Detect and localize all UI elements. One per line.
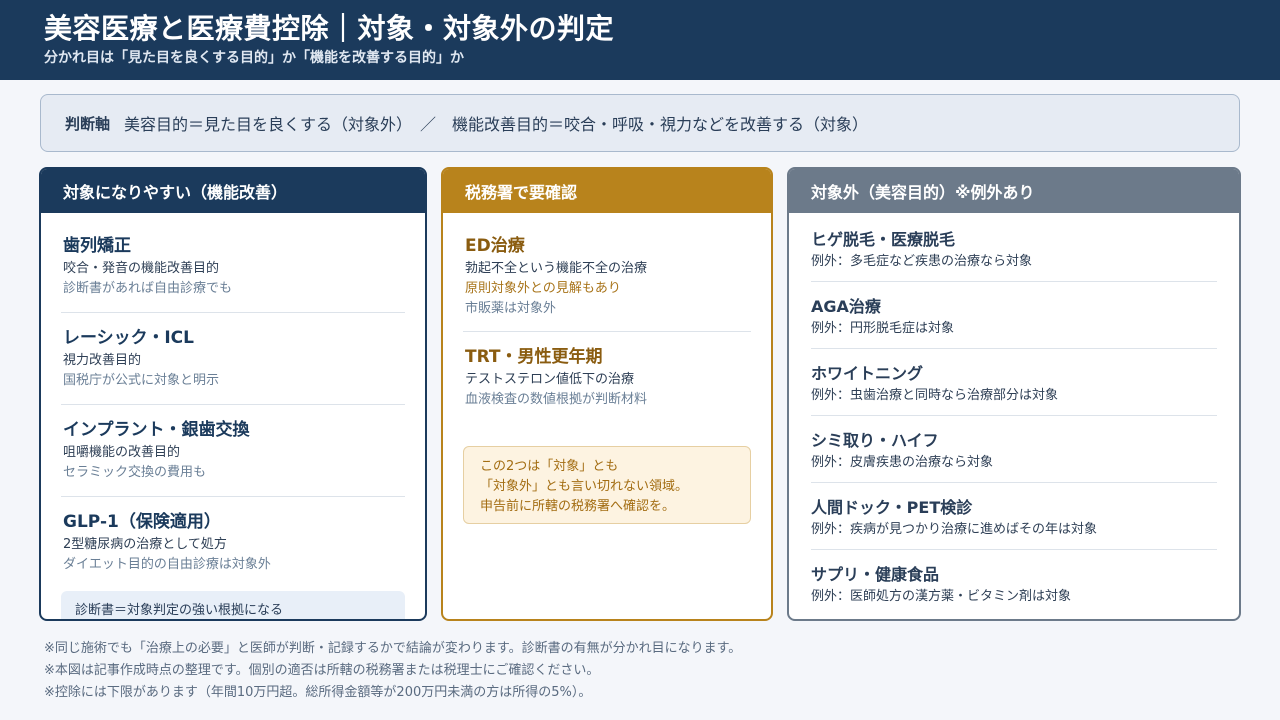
list-item: レーシック・ICL 視力改善目的 国税庁が公式に対象と明示 — [61, 321, 405, 405]
item-detail: 咀嚼機能の改善目的 — [63, 445, 181, 460]
list-item: ホワイトニング 例外：虫歯治療と同時なら治療部分は対象 — [811, 360, 1217, 416]
item-title: AGA治療 — [811, 297, 881, 316]
item-title: サプリ・健康食品 — [811, 565, 940, 584]
footer-note: ※同じ施術でも「治療上の必要」と医師が判断・記録するかで結論が変わります。診断書… — [44, 641, 742, 656]
item-title: レーシック・ICL — [63, 328, 194, 348]
judgment-axis-label: 判断軸 — [65, 114, 111, 133]
list-item: サプリ・健康食品 例外：医師処方の漢方薬・ビタミン剤は対象 — [811, 561, 1217, 616]
item-warning: 原則対象外との見解もあり — [465, 281, 621, 296]
item-title: ED治療 — [465, 236, 525, 256]
item-note: 国税庁が公式に対象と明示 — [63, 373, 220, 388]
list-item: インプラント・銀歯交換 咀嚼機能の改善目的 セラミック交換の費用も — [61, 413, 405, 497]
item-title: ホワイトニング — [811, 364, 924, 383]
list-item: 人間ドック・PET検診 例外：疾病が見つかり治療に進めばその年は対象 — [811, 494, 1217, 550]
item-note: 市販薬は対象外 — [465, 301, 557, 316]
list-item: シミ取り・ハイフ 例外：皮膚疾患の治療なら対象 — [811, 427, 1217, 483]
item-detail: 視力改善目的 — [63, 353, 142, 368]
item-title: 人間ドック・PET検診 — [811, 498, 973, 517]
item-detail: テストステロン値低下の治療 — [465, 372, 635, 387]
item-note: 血液検査の数値根拠が判断材料 — [465, 392, 648, 407]
ineligible-list: ヒゲ脱毛・医療脱毛 例外：多毛症など疾患の治療なら対象 AGA治療 例外：円形脱… — [789, 213, 1239, 616]
diagnosis-note: 診断書＝対象判定の強い根拠になる — [61, 591, 405, 619]
ineligible-card: 対象外（美容目的）※例外あり ヒゲ脱毛・医療脱毛 例外：多毛症など疾患の治療なら… — [787, 167, 1241, 621]
list-item: AGA治療 例外：円形脱毛症は対象 — [811, 293, 1217, 349]
item-title: シミ取り・ハイフ — [811, 431, 939, 450]
page-title: 美容医療と医療費控除｜対象・対象外の判定 — [44, 12, 615, 45]
item-note: セラミック交換の費用も — [63, 465, 207, 480]
item-title: TRT・男性更年期 — [465, 347, 603, 367]
list-item: TRT・男性更年期 テストステロン値低下の治療 血液検査の数値根拠が判断材料 — [463, 340, 751, 422]
confirm-list: ED治療 勃起不全という機能不全の治療 原則対象外との見解もあり 市販薬は対象外… — [443, 213, 771, 422]
judgment-axis-box: 判断軸 美容目的＝見た目を良くする（対象外） ／ 機能改善目的＝咬合・呼吸・視力… — [40, 94, 1240, 152]
item-title: GLP-1（保険適用） — [63, 512, 221, 532]
item-detail: 2型糖尿病の治療として処方 — [63, 537, 227, 552]
list-item: ヒゲ脱毛・医療脱毛 例外：多毛症など疾患の治療なら対象 — [811, 226, 1217, 282]
page-subtitle: 分かれ目は「見た目を良くする目的」か「機能を改善する目的」か — [44, 50, 464, 66]
item-exception: 例外：虫歯治療と同時なら治療部分は対象 — [811, 388, 1059, 403]
item-exception: 例外：円形脱毛症は対象 — [811, 321, 955, 336]
footer-note: ※控除には下限があります（年間10万円超。総所得金額等が200万円未満の方は所得… — [44, 685, 592, 700]
item-note: 診断書があれば自由診療でも — [63, 281, 233, 296]
item-exception: 例外：疾病が見つかり治療に進めばその年は対象 — [811, 522, 1098, 537]
item-exception: 例外：医師処方の漢方薬・ビタミン剤は対象 — [811, 589, 1072, 604]
header: 美容医療と医療費控除｜対象・対象外の判定 分かれ目は「見た目を良くする目的」か「… — [0, 0, 1280, 80]
footer-notes: ※同じ施術でも「治療上の必要」と医師が判断・記録するかで結論が変わります。診断書… — [44, 638, 741, 704]
item-note: ダイエット目的の自由診療は対象外 — [63, 557, 271, 572]
eligible-card: 対象になりやすい（機能改善） 歯列矯正 咬合・発音の機能改善目的 診断書があれば… — [39, 167, 427, 621]
callout-line: 「対象外」とも言い切れない領域。 — [480, 479, 689, 494]
item-exception: 例外：多毛症など疾患の治療なら対象 — [811, 254, 1033, 269]
ineligible-card-heading: 対象外（美容目的）※例外あり — [789, 169, 1239, 213]
list-item: 歯列矯正 咬合・発音の機能改善目的 診断書があれば自由診療でも — [61, 229, 405, 313]
judgment-axis-text: 美容目的＝見た目を良くする（対象外） ／ 機能改善目的＝咬合・呼吸・視力などを改… — [124, 115, 869, 134]
item-exception: 例外：皮膚疾患の治療なら対象 — [811, 455, 994, 470]
eligible-list: 歯列矯正 咬合・発音の機能改善目的 診断書があれば自由診療でも レーシック・IC… — [41, 213, 425, 585]
item-title: 歯列矯正 — [63, 236, 131, 256]
item-title: インプラント・銀歯交換 — [63, 420, 250, 440]
list-item: ED治療 勃起不全という機能不全の治療 原則対象外との見解もあり 市販薬は対象外 — [463, 229, 751, 332]
list-item: GLP-1（保険適用） 2型糖尿病の治療として処方 ダイエット目的の自由診療は対… — [61, 505, 405, 585]
callout-line: 申告前に所轄の税務署へ確認を。 — [480, 499, 676, 514]
confirm-card: 税務署で要確認 ED治療 勃起不全という機能不全の治療 原則対象外との見解もあり… — [441, 167, 773, 621]
confirm-card-heading: 税務署で要確認 — [443, 169, 771, 213]
confirm-callout: この2つは「対象」とも 「対象外」とも言い切れない領域。 申告前に所轄の税務署へ… — [463, 446, 751, 524]
callout-line: この2つは「対象」とも — [480, 459, 619, 474]
item-detail: 咬合・発音の機能改善目的 — [63, 261, 220, 276]
item-detail: 勃起不全という機能不全の治療 — [465, 261, 648, 276]
eligible-card-heading: 対象になりやすい（機能改善） — [41, 169, 425, 213]
footer-note: ※本図は記事作成時点の整理です。個別の適否は所轄の税務署または税理士にご確認くだ… — [44, 663, 600, 678]
item-title: ヒゲ脱毛・医療脱毛 — [811, 230, 956, 249]
